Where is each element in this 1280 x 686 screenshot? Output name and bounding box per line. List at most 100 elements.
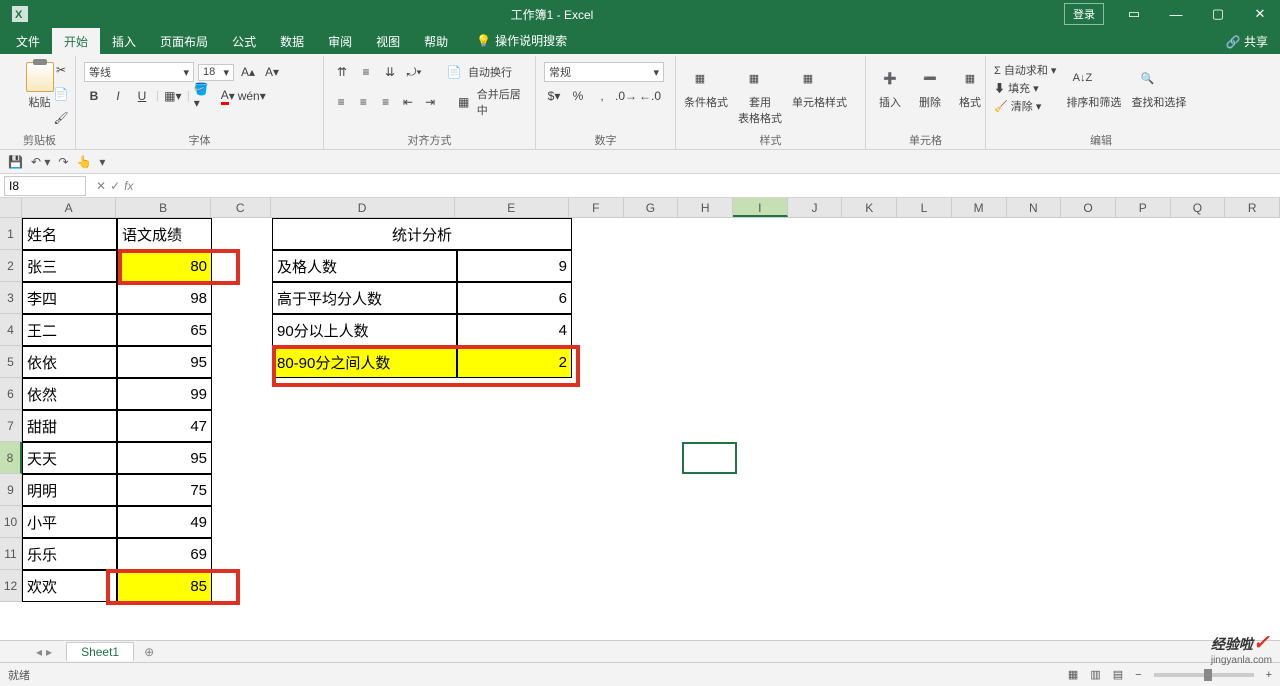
wrap-text-label[interactable]: 自动换行 — [468, 64, 512, 80]
indent-increase-icon[interactable]: ⇥ — [421, 92, 439, 112]
cell[interactable]: 乐乐 — [22, 538, 117, 570]
comma-icon[interactable]: , — [592, 86, 612, 106]
font-size-select[interactable]: 18▾ — [198, 64, 234, 81]
cell[interactable]: 95 — [117, 442, 212, 474]
save-icon[interactable]: 💾 — [8, 155, 23, 169]
underline-icon[interactable]: U — [132, 86, 152, 106]
cell[interactable]: 4 — [457, 314, 572, 346]
tab-help[interactable]: 帮助 — [412, 28, 460, 54]
new-sheet-icon[interactable]: ⊕ — [136, 643, 162, 661]
col-header[interactable]: R — [1225, 198, 1280, 217]
tab-data[interactable]: 数据 — [268, 28, 316, 54]
maximize-icon[interactable]: ▢ — [1198, 0, 1238, 28]
close-icon[interactable]: ✕ — [1240, 0, 1280, 28]
conditional-format-button[interactable]: ▦条件格式 — [684, 62, 728, 110]
percent-icon[interactable]: % — [568, 86, 588, 106]
tab-view[interactable]: 视图 — [364, 28, 412, 54]
select-all-corner[interactable] — [0, 198, 22, 217]
cell[interactable]: 甜甜 — [22, 410, 117, 442]
cell[interactable]: 49 — [117, 506, 212, 538]
cell[interactable]: 姓名 — [22, 218, 117, 250]
cell[interactable]: 85 — [117, 570, 212, 602]
row-header[interactable]: 7 — [0, 410, 22, 442]
signin-button[interactable]: 登录 — [1064, 3, 1104, 25]
row-header[interactable]: 10 — [0, 506, 22, 538]
increase-font-icon[interactable]: A▴ — [238, 62, 258, 82]
cell[interactable]: 依然 — [22, 378, 117, 410]
col-header[interactable]: F — [569, 198, 624, 217]
row-header[interactable]: 5 — [0, 346, 22, 378]
formula-input[interactable] — [139, 184, 1280, 188]
copy-icon[interactable]: 📄 — [51, 84, 71, 104]
sheet-next-icon[interactable]: ▸ — [46, 645, 52, 659]
cell[interactable]: 张三 — [22, 250, 117, 282]
border-icon[interactable]: ▦▾ — [163, 86, 183, 106]
cell[interactable]: 9 — [457, 250, 572, 282]
find-select-button[interactable]: 🔍查找和选择 — [1131, 62, 1186, 110]
page-break-icon[interactable]: ▤ — [1113, 668, 1123, 681]
cell[interactable]: 语文成绩 — [117, 218, 212, 250]
tab-home[interactable]: 开始 — [52, 28, 100, 54]
cell[interactable]: 王二 — [22, 314, 117, 346]
qat-customize-icon[interactable]: ▾ — [99, 155, 105, 169]
cell[interactable]: 80-90分之间人数 — [272, 346, 457, 378]
tab-review[interactable]: 审阅 — [316, 28, 364, 54]
cell[interactable]: 6 — [457, 282, 572, 314]
zoom-out-icon[interactable]: − — [1135, 669, 1141, 681]
col-header[interactable]: K — [842, 198, 897, 217]
page-layout-icon[interactable]: ▥ — [1090, 668, 1100, 681]
sheet-tab[interactable]: Sheet1 — [66, 642, 134, 661]
fill-button[interactable]: ⬇ 填充 ▾ — [994, 80, 1056, 96]
cell[interactable]: 依依 — [22, 346, 117, 378]
tab-formulas[interactable]: 公式 — [220, 28, 268, 54]
cancel-formula-icon[interactable]: ✕ — [96, 179, 106, 193]
delete-cells-button[interactable]: ➖删除 — [914, 62, 946, 110]
align-left-icon[interactable]: ≡ — [332, 92, 350, 112]
row-header[interactable]: 2 — [0, 250, 22, 282]
fx-icon[interactable]: fx — [124, 179, 133, 193]
col-header[interactable]: N — [1007, 198, 1062, 217]
share-button[interactable]: 🔗 共享 — [1214, 28, 1280, 54]
col-header[interactable]: D — [271, 198, 455, 217]
row-header[interactable]: 11 — [0, 538, 22, 570]
row-header[interactable]: 4 — [0, 314, 22, 346]
align-right-icon[interactable]: ≡ — [377, 92, 395, 112]
indent-decrease-icon[interactable]: ⇤ — [399, 92, 417, 112]
phonetic-icon[interactable]: wén▾ — [242, 86, 262, 106]
cell[interactable]: 欢欢 — [22, 570, 117, 602]
cell[interactable]: 65 — [117, 314, 212, 346]
touch-mode-icon[interactable]: 👆 — [76, 155, 91, 169]
sheet-prev-icon[interactable]: ◂ — [36, 645, 42, 659]
clear-button[interactable]: 🧹 清除 ▾ — [994, 98, 1056, 114]
table-format-button[interactable]: ▦套用 表格格式 — [738, 62, 782, 126]
cut-icon[interactable]: ✂ — [51, 60, 71, 80]
cell[interactable]: 75 — [117, 474, 212, 506]
cell-styles-button[interactable]: ▦单元格样式 — [792, 62, 847, 110]
col-header[interactable]: Q — [1171, 198, 1226, 217]
ribbon-display-icon[interactable]: ▭ — [1114, 0, 1154, 28]
font-name-select[interactable]: 等线▾ — [84, 62, 194, 82]
col-header[interactable]: P — [1116, 198, 1171, 217]
cell[interactable]: 90分以上人数 — [272, 314, 457, 346]
col-header[interactable]: C — [211, 198, 271, 217]
autosum-button[interactable]: Σ 自动求和 ▾ — [994, 62, 1056, 78]
redo-icon[interactable]: ↷ — [58, 155, 68, 169]
zoom-in-icon[interactable]: + — [1266, 669, 1272, 681]
fill-color-icon[interactable]: 🪣▾ — [194, 86, 214, 106]
cell[interactable]: 明明 — [22, 474, 117, 506]
col-header[interactable]: G — [624, 198, 679, 217]
font-color-icon[interactable]: A▾ — [218, 86, 238, 106]
minimize-icon[interactable]: — — [1156, 0, 1196, 28]
cell[interactable]: 95 — [117, 346, 212, 378]
align-center-icon[interactable]: ≡ — [354, 92, 372, 112]
cell[interactable]: 小平 — [22, 506, 117, 538]
align-bottom-icon[interactable]: ⇊ — [380, 62, 400, 82]
bold-icon[interactable]: B — [84, 86, 104, 106]
row-header[interactable]: 1 — [0, 218, 22, 250]
col-header[interactable]: L — [897, 198, 952, 217]
align-middle-icon[interactable]: ≡ — [356, 62, 376, 82]
undo-icon[interactable]: ↶ ▾ — [31, 155, 50, 169]
cell[interactable]: 2 — [457, 346, 572, 378]
currency-icon[interactable]: $▾ — [544, 86, 564, 106]
increase-decimal-icon[interactable]: .0→ — [616, 86, 636, 106]
